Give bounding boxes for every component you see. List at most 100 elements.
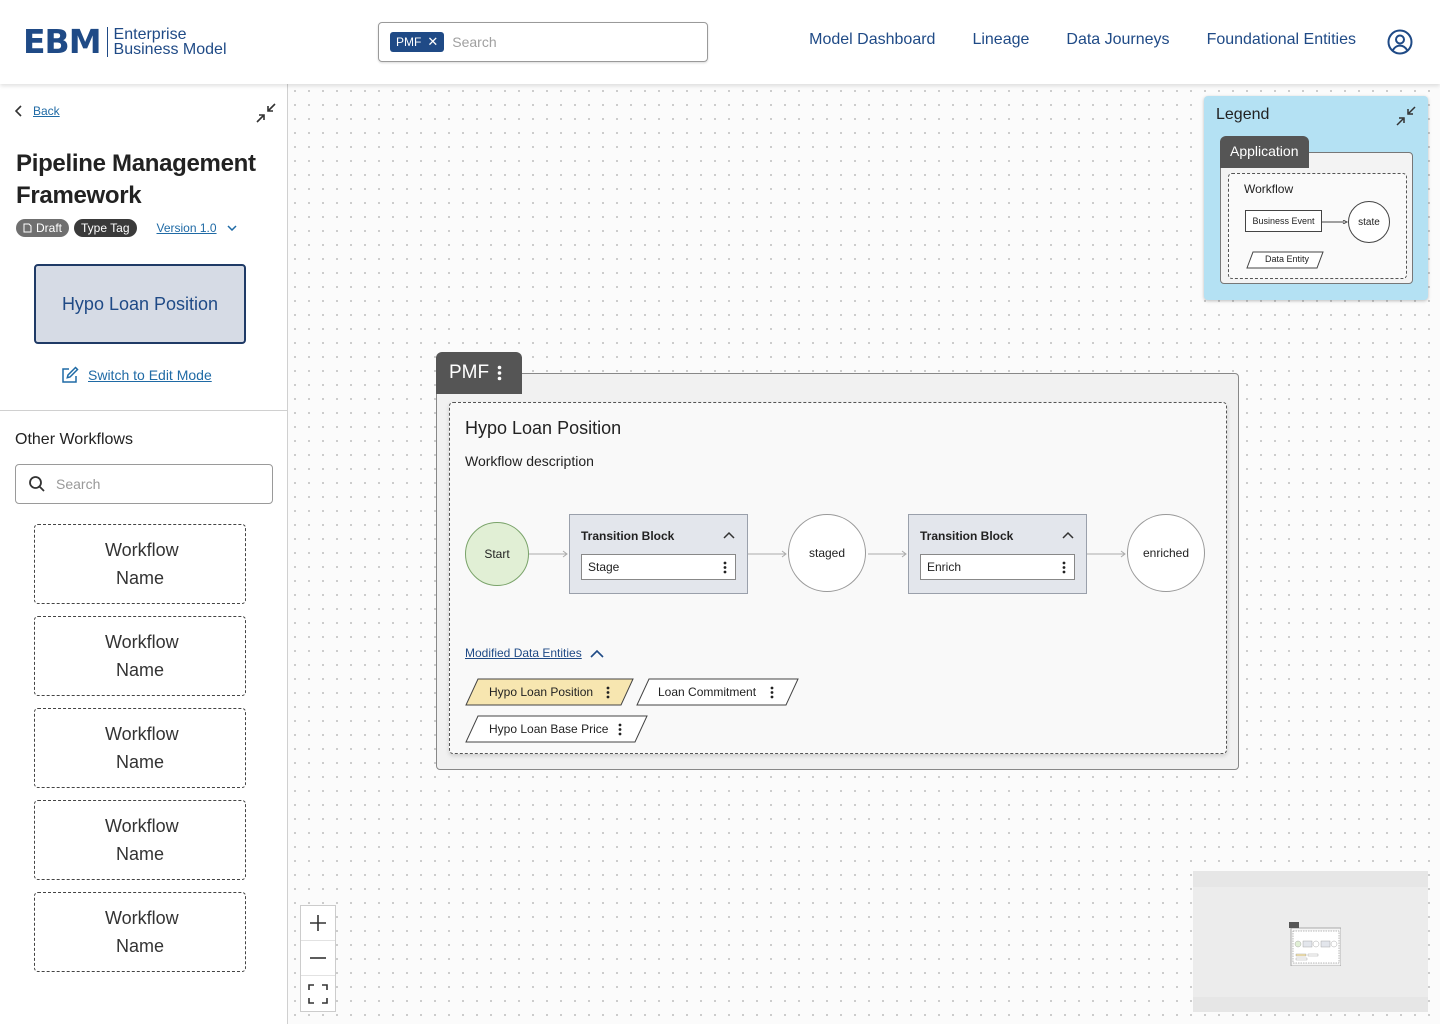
- global-search[interactable]: PMF ✕: [378, 22, 708, 62]
- framework-title: Pipeline Management Framework: [16, 150, 256, 209]
- more-options-icon[interactable]: [770, 686, 774, 699]
- edit-mode-label: Switch to Edit Mode: [88, 367, 212, 383]
- workflow-description: Workflow description: [465, 453, 594, 469]
- brand-name: Enterprise Business Model: [113, 27, 227, 58]
- main-nav: Model Dashboard Lineage Data Journeys Fo…: [809, 31, 1356, 49]
- legend-title: Legend: [1216, 106, 1270, 123]
- transition-block-title: Transition Block: [581, 529, 675, 543]
- business-event-label: Stage: [588, 560, 620, 574]
- workflow-list-item[interactable]: Workflow Name: [34, 800, 246, 880]
- transition-block-title: Transition Block: [920, 529, 1014, 543]
- more-options-icon[interactable]: [497, 365, 502, 381]
- flow-arrow: [868, 550, 907, 558]
- workflow-item-label: Workflow Name: [105, 540, 179, 588]
- legend-application-tab: Application: [1220, 136, 1309, 168]
- transition-block[interactable]: Transition Block Stage: [569, 514, 748, 594]
- nav-lineage[interactable]: Lineage: [972, 31, 1029, 49]
- plus-icon: [310, 915, 326, 931]
- nav-model-dashboard[interactable]: Model Dashboard: [809, 31, 935, 49]
- nav-data-journeys[interactable]: Data Journeys: [1066, 31, 1169, 49]
- more-options-icon[interactable]: [606, 686, 610, 699]
- workflow-list-item[interactable]: Workflow Name: [34, 616, 246, 696]
- minimap[interactable]: [1193, 871, 1428, 1012]
- edit-icon: [62, 366, 79, 383]
- logo-divider: [106, 27, 108, 57]
- business-event-field[interactable]: Stage: [581, 554, 736, 580]
- draft-badge: Draft: [16, 219, 70, 237]
- workflow-list-item[interactable]: Workflow Name: [34, 892, 246, 972]
- minimap-preview: [1289, 922, 1341, 966]
- document-icon: [23, 223, 32, 233]
- current-workflow-card[interactable]: Hypo Loan Position: [34, 264, 246, 344]
- collapse-legend-icon[interactable]: [1395, 105, 1417, 127]
- pmf-application-box: Hypo Loan Position Workflow description …: [436, 373, 1239, 770]
- workflow-card[interactable]: Hypo Loan Position Workflow description …: [449, 402, 1227, 754]
- start-node[interactable]: Start: [465, 522, 529, 586]
- state-node-enriched[interactable]: enriched: [1127, 514, 1205, 592]
- legend-workflow-label: Workflow: [1244, 182, 1294, 196]
- workflow-list-item[interactable]: Workflow Name: [34, 708, 246, 788]
- search-icon: [29, 476, 45, 492]
- modified-data-entities-toggle[interactable]: Modified Data Entities: [465, 646, 604, 660]
- workflow-search-input[interactable]: [56, 476, 256, 492]
- back-link[interactable]: Back: [15, 104, 60, 118]
- close-icon[interactable]: ✕: [427, 34, 438, 50]
- more-options-icon[interactable]: [618, 723, 622, 736]
- pmf-tab-label: PMF: [449, 362, 490, 383]
- business-event-label: Enrich: [927, 560, 962, 574]
- workflow-item-label: Workflow Name: [105, 816, 179, 864]
- diagram-canvas[interactable]: Legend Workflow Business Event state Dat…: [288, 84, 1440, 1024]
- modified-data-entities-label: Modified Data Entities: [465, 646, 582, 660]
- entity-label: Hypo Loan Base Price: [489, 722, 609, 736]
- chevron-left-icon: [15, 105, 22, 117]
- legend-application-box: Workflow Business Event state Data Entit…: [1220, 152, 1413, 284]
- legend-data-entity: Data Entity: [1246, 251, 1324, 269]
- zoom-out-button[interactable]: [301, 941, 335, 976]
- top-header: EBM Enterprise Business Model PMF ✕ Mode…: [0, 0, 1440, 84]
- workflow-list-item[interactable]: Workflow Name: [34, 524, 246, 604]
- chevron-up-icon[interactable]: [723, 530, 735, 540]
- workflow-sidebar: Back Pipeline Management Framework Draft…: [0, 84, 288, 1024]
- chevron-up-icon: [590, 649, 604, 658]
- transition-block[interactable]: Transition Block Enrich: [908, 514, 1087, 594]
- fit-view-button[interactable]: [301, 976, 335, 1011]
- legend-panel: Legend Workflow Business Event state Dat…: [1204, 96, 1428, 300]
- legend-arrow: [1322, 220, 1348, 224]
- status-tags: Draft Type Tag Version 1.0: [16, 219, 237, 237]
- user-account-icon[interactable]: [1387, 29, 1413, 55]
- flow-arrow: [748, 550, 787, 558]
- brand-logo[interactable]: EBM Enterprise Business Model: [23, 24, 227, 60]
- version-select[interactable]: Version 1.0: [157, 221, 237, 235]
- global-search-input[interactable]: [452, 34, 673, 50]
- more-options-icon[interactable]: [723, 561, 727, 574]
- business-event-field[interactable]: Enrich: [920, 554, 1075, 580]
- workflow-search[interactable]: [15, 464, 273, 504]
- data-entity-loan-commitment[interactable]: Loan Commitment: [636, 678, 800, 706]
- chevron-up-icon[interactable]: [1062, 530, 1074, 540]
- search-filter-chip[interactable]: PMF ✕: [390, 32, 445, 52]
- legend-state: state: [1348, 201, 1390, 243]
- zoom-controls: [300, 905, 336, 1012]
- collapse-panel-icon[interactable]: [254, 101, 278, 125]
- brand-mark: EBM: [23, 22, 102, 61]
- workflow-item-label: Workflow Name: [105, 724, 179, 772]
- switch-edit-mode-link[interactable]: Switch to Edit Mode: [61, 366, 212, 384]
- back-label: Back: [33, 104, 60, 118]
- zoom-in-button[interactable]: [301, 906, 335, 941]
- data-entity-hypo-loan-base-price[interactable]: Hypo Loan Base Price: [465, 715, 649, 743]
- workflow-item-label: Workflow Name: [105, 908, 179, 956]
- minus-icon: [310, 957, 326, 959]
- more-options-icon[interactable]: [1062, 561, 1066, 574]
- brand-line2: Business Model: [113, 41, 227, 58]
- entity-label: Loan Commitment: [658, 685, 757, 699]
- chevron-down-icon: [227, 225, 237, 231]
- workflow-title: Hypo Loan Position: [465, 418, 622, 438]
- state-node-staged[interactable]: staged: [788, 514, 866, 592]
- flow-arrow: [529, 550, 568, 558]
- entity-label: Hypo Loan Position: [489, 685, 594, 699]
- data-entity-hypo-loan-position[interactable]: Hypo Loan Position: [465, 678, 635, 706]
- type-tag-badge: Type Tag: [74, 219, 137, 237]
- pmf-application-tab[interactable]: PMF: [436, 352, 522, 394]
- nav-foundational-entities[interactable]: Foundational Entities: [1207, 31, 1356, 49]
- sidebar-divider: [0, 410, 287, 411]
